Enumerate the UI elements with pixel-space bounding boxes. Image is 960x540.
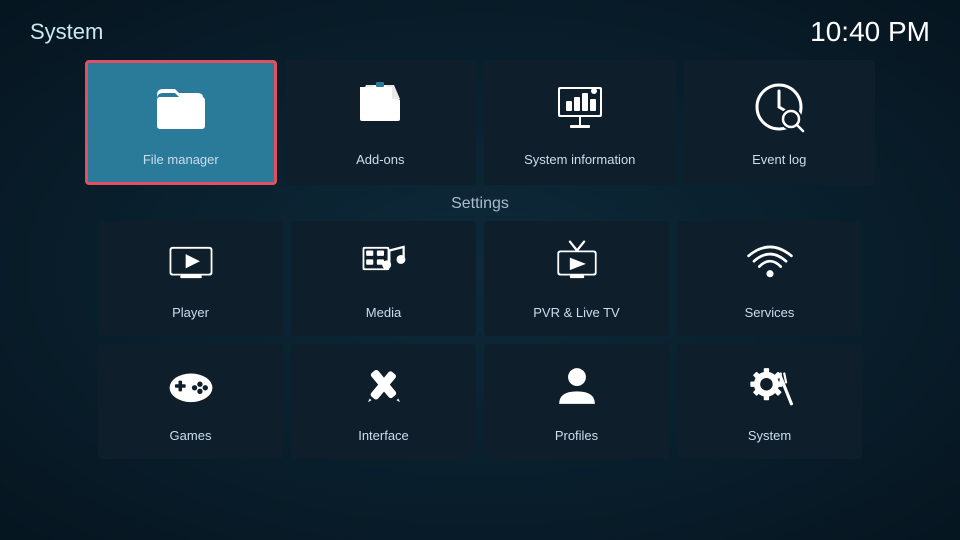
tile-system-label: System	[748, 428, 791, 443]
games-icon	[166, 361, 216, 420]
clock: 10:40 PM	[810, 16, 930, 48]
tile-profiles-label: Profiles	[555, 428, 598, 443]
player-icon	[166, 238, 216, 297]
header: System 10:40 PM	[0, 0, 960, 56]
tile-interface-label: Interface	[358, 428, 409, 443]
event-log-icon	[751, 79, 807, 144]
tile-file-manager-label: File manager	[143, 152, 219, 167]
media-icon	[359, 238, 409, 297]
settings-row-2: Games Interface	[0, 344, 960, 459]
tile-media[interactable]: Media	[291, 221, 476, 336]
tile-system-info-label: System information	[524, 152, 635, 167]
tile-services[interactable]: Services	[677, 221, 862, 336]
tile-games-label: Games	[170, 428, 212, 443]
pvr-icon	[552, 238, 602, 297]
tile-pvr-live-tv[interactable]: PVR & Live TV	[484, 221, 669, 336]
settings-title: Settings	[0, 195, 960, 213]
tile-media-label: Media	[366, 305, 401, 320]
tile-add-ons-label: Add-ons	[356, 152, 404, 167]
tile-games[interactable]: Games	[98, 344, 283, 459]
settings-row-1: Player Media	[0, 221, 960, 336]
tile-services-label: Services	[745, 305, 795, 320]
tile-add-ons[interactable]: Add-ons	[285, 60, 476, 185]
tile-file-manager[interactable]: File manager	[85, 60, 277, 185]
tile-pvr-label: PVR & Live TV	[533, 305, 619, 320]
tile-interface[interactable]: Interface	[291, 344, 476, 459]
system-icon	[745, 361, 795, 420]
app-title: System	[30, 19, 103, 45]
system-info-icon	[552, 79, 608, 144]
tile-event-log-label: Event log	[752, 152, 806, 167]
addons-icon	[352, 79, 408, 144]
tile-event-log[interactable]: Event log	[684, 60, 875, 185]
services-icon	[745, 238, 795, 297]
top-tiles-row: File manager Add-ons	[0, 60, 960, 185]
tile-profiles[interactable]: Profiles	[484, 344, 669, 459]
tile-player[interactable]: Player	[98, 221, 283, 336]
tile-player-label: Player	[172, 305, 209, 320]
tile-system-information[interactable]: System information	[484, 60, 675, 185]
folder-icon	[153, 79, 209, 144]
interface-icon	[359, 361, 409, 420]
profiles-icon	[552, 361, 602, 420]
tile-system[interactable]: System	[677, 344, 862, 459]
settings-section: Settings Player	[0, 195, 960, 459]
